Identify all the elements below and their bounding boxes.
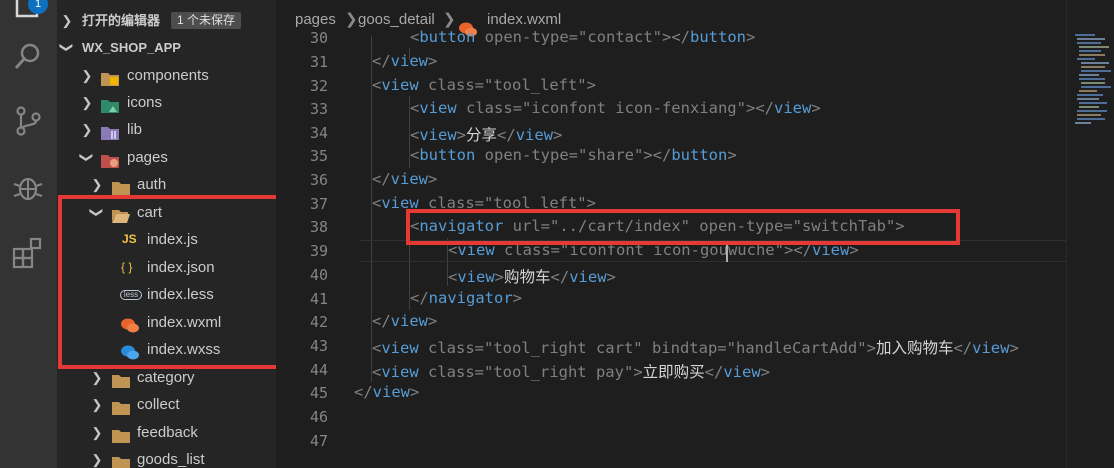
chevron-down-icon: ❯ <box>79 152 95 163</box>
folder-lib-icon <box>101 122 119 140</box>
debug-icon[interactable] <box>11 170 45 204</box>
code-line[interactable]: <view class="iconfont icon-fenxiang"></v… <box>410 99 821 117</box>
folder-icon <box>112 177 130 195</box>
source-control-icon[interactable] <box>11 104 45 138</box>
tree-item-pages[interactable]: ❯ pages <box>57 144 276 171</box>
code-line[interactable]: <view class="tool_right cart" bindtap="h… <box>372 336 1019 358</box>
wxml-file-icon <box>459 13 477 37</box>
folder-icon <box>112 397 130 415</box>
wxml-file-icon <box>121 315 139 333</box>
code-line[interactable]: </view> <box>354 383 419 401</box>
tree-item-components[interactable]: ❯ components <box>57 62 276 89</box>
code-line[interactable]: <view class="iconfont icon-gouwuche"></v… <box>448 241 859 259</box>
tree-item-collect[interactable]: ❯ collect <box>57 391 276 418</box>
code-line[interactable]: <view>分享</view> <box>410 123 562 145</box>
folder-pages-icon <box>101 150 119 168</box>
activity-bar: 1 <box>0 0 57 468</box>
chevron-right-icon: ❯ <box>81 122 93 137</box>
tree-item-index-wxss[interactable]: index.wxss <box>57 336 276 363</box>
js-file-icon: JS <box>122 232 137 246</box>
json-file-icon: { } <box>121 260 133 274</box>
unsaved-badge: 1 个未保存 <box>171 12 242 29</box>
folder-components-icon <box>101 68 119 86</box>
code-line[interactable]: <navigator url="../cart/index" open-type… <box>410 217 905 235</box>
text-cursor <box>726 243 728 262</box>
tree-item-cart[interactable]: ❯ cart <box>57 199 276 226</box>
chevron-right-icon: ❯ <box>81 68 93 83</box>
tree-item-lib[interactable]: ❯ lib <box>57 116 276 143</box>
project-root[interactable]: ❯ WX_SHOP_APP <box>57 34 276 61</box>
folder-icon <box>112 452 130 468</box>
code-line[interactable]: <view class="tool_left"> <box>372 194 596 212</box>
tree-item-index-less[interactable]: less index.less <box>57 281 276 308</box>
chevron-right-icon: ❯ <box>91 370 103 385</box>
search-icon[interactable] <box>11 40 45 74</box>
tree-item-auth[interactable]: ❯ auth <box>57 171 276 198</box>
extensions-icon[interactable] <box>11 236 45 270</box>
chevron-right-icon: ❯ <box>91 452 103 467</box>
project-name: WX_SHOP_APP <box>82 40 181 55</box>
code-line[interactable]: <view>购物车</view> <box>448 265 616 287</box>
code-line[interactable]: </view> <box>372 52 437 70</box>
code-editor[interactable]: pages ❯ goos_detail ❯ index.wxml 30 31 3… <box>276 0 1114 468</box>
tree-item-index-json[interactable]: { } index.json <box>57 254 276 281</box>
tree-item-category[interactable]: ❯ category <box>57 364 276 391</box>
chevron-right-icon: ❯ <box>91 425 103 440</box>
chevron-right-icon: ❯ <box>91 177 103 192</box>
folder-images-icon <box>101 95 119 113</box>
less-file-icon: less <box>120 290 142 300</box>
tree-item-goods-list[interactable]: ❯ goods_list <box>57 446 276 468</box>
code-line[interactable]: </view> <box>372 312 437 330</box>
chevron-down-icon: ❯ <box>89 207 105 218</box>
breadcrumb-separator-icon: ❯ <box>345 11 358 28</box>
code-line[interactable]: <button open-type="contact"></button> <box>410 28 755 46</box>
tree-item-feedback[interactable]: ❯ feedback <box>57 419 276 446</box>
chevron-down-icon: ❯ <box>59 42 75 53</box>
chevron-right-icon: ❯ <box>91 397 103 412</box>
wxss-file-icon <box>121 342 139 360</box>
open-editors-label: 打开的编辑器 <box>82 13 161 28</box>
code-line[interactable]: <view class="tool_right pay">立即购买</view> <box>372 360 770 382</box>
explorer-sidebar: ❯ 打开的编辑器 1 个未保存 ❯ WX_SHOP_APP ❯ componen… <box>57 0 276 468</box>
tree-item-icons[interactable]: ❯ icons <box>57 89 276 116</box>
minimap[interactable] <box>1066 0 1114 468</box>
open-editors-section[interactable]: ❯ 打开的编辑器 <box>57 7 276 34</box>
code-line[interactable]: <view class="tool_left"> <box>372 76 596 94</box>
folder-icon <box>112 425 130 443</box>
tree-item-index-js[interactable]: JS index.js <box>57 226 276 253</box>
chevron-right-icon: ❯ <box>61 13 73 28</box>
code-line[interactable]: </view> <box>372 170 437 188</box>
code-line[interactable]: </navigator> <box>410 289 522 307</box>
folder-icon <box>112 370 130 388</box>
code-line[interactable]: <button open-type="share"></button> <box>410 146 737 164</box>
chevron-right-icon: ❯ <box>81 95 93 110</box>
folder-open-icon <box>112 205 130 223</box>
unsaved-count-badge: 1 <box>28 0 48 14</box>
tree-item-index-wxml[interactable]: index.wxml <box>57 309 276 336</box>
